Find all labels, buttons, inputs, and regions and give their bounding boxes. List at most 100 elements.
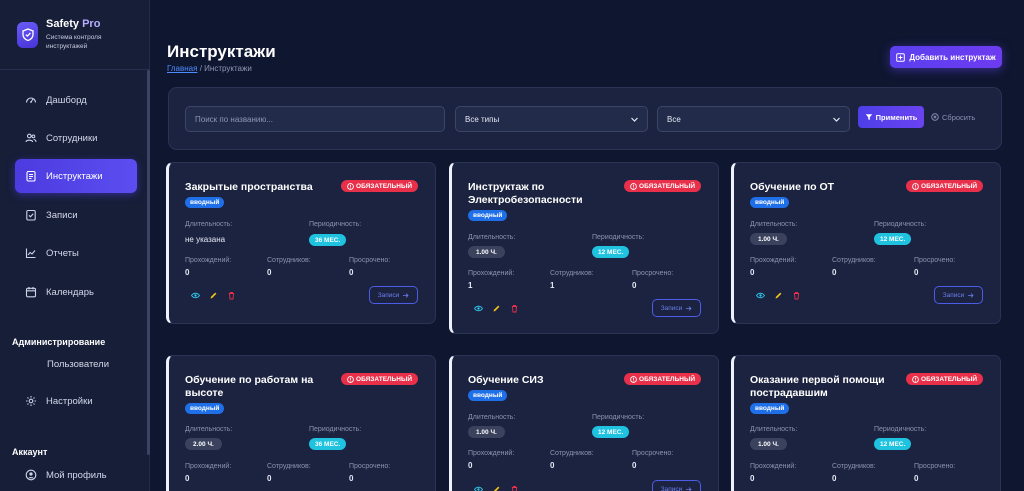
alert-circle-icon [912,375,919,383]
arrow-right-icon [968,292,974,298]
employees-label: Сотрудников: [267,463,311,470]
passed-value: 0 [750,474,755,483]
trash-icon[interactable] [510,304,519,313]
duration-label: Длительность: [750,426,798,433]
passed-value: 0 [185,268,190,277]
sidebar-item-settings[interactable]: Настройки [15,384,137,418]
clipboard-icon [26,170,36,182]
arrow-right-icon [403,292,409,298]
pencil-icon[interactable] [209,291,218,300]
records-button[interactable]: Записи [652,299,701,317]
card-title: Обучение по ОТ [750,181,835,193]
overdue-value: 0 [349,268,354,277]
sidebar-item-label: Сотрудники [46,132,98,144]
duration-badge: 1.00 Ч. [468,426,505,438]
employees-value: 0 [267,474,272,483]
eye-icon[interactable] [474,304,483,313]
passed-value: 0 [750,268,755,277]
status-select-value: Все [667,114,681,124]
sidebar-item-dashboard[interactable]: Дашборд [15,83,137,117]
card-title: Закрытые пространства [185,181,313,193]
eye-icon[interactable] [191,291,200,300]
card-title: Обучение СИЗ [468,374,544,386]
card-title: Оказание первой помощи пострадавшим [750,374,885,399]
breadcrumb-home-link[interactable]: Главная [167,64,197,73]
calendar-icon [25,287,37,298]
sidebar-item-label: Отчеты [46,247,79,259]
sidebar-item-records[interactable]: Записи [15,198,137,232]
breadcrumb-separator: / [199,64,202,73]
duration-badge: 1.00 Ч. [750,438,787,450]
instruction-card: Инструктаж по Электробезопасности ОБЯЗАТ… [449,162,719,334]
passed-value: 1 [468,281,473,290]
passed-label: Прохождений: [185,257,232,264]
instruction-card: Обучение по работам на высоте ОБЯЗАТЕЛЬН… [166,355,436,491]
main-content: Инструктажи Главная / Инструктажи Добави… [150,0,1024,491]
breadcrumb: Главная / Инструктажи [167,64,252,73]
sidebar-item-label: Дашборд [46,94,87,106]
eye-icon[interactable] [474,485,483,491]
type-select-value: Все типы [465,114,500,124]
duration-label: Длительность: [750,221,798,228]
alert-circle-icon [630,375,637,383]
alert-circle-icon [347,182,354,190]
periodicity-label: Периодичность: [874,221,927,228]
sidebar-item-profile[interactable]: Мой профиль [15,458,137,491]
eye-icon[interactable] [756,291,765,300]
add-instruction-button[interactable]: Добавить инструктаж [890,46,1002,68]
periodicity-badge: 12 МЕС. [592,246,630,258]
sidebar-item-instructions[interactable]: Инструктажи [15,159,137,193]
type-badge: вводный [185,197,225,208]
employees-label: Сотрудников: [550,450,594,457]
overdue-value: 0 [349,474,354,483]
pencil-icon[interactable] [492,485,501,491]
required-badge: ОБЯЗАТЕЛЬНЫЙ [624,180,701,192]
card-actions [756,291,801,300]
passed-value: 0 [185,474,190,483]
sidebar-item-label: Мой профиль [46,469,107,481]
sidebar-item-reports[interactable]: Отчеты [15,236,137,270]
duration-label: Длительность: [185,221,233,228]
duration-label: Длительность: [185,426,233,433]
type-select[interactable]: Все типы [455,106,648,132]
periodicity-badge: 36 МЕС. [309,438,347,450]
passed-label: Прохождений: [468,450,515,457]
apply-button[interactable]: Применить [858,106,924,128]
pencil-icon[interactable] [774,291,783,300]
status-select[interactable]: Все [657,106,850,132]
reset-label: Сбросить [942,112,976,122]
sidebar-item-label: Инструктажи [46,170,103,182]
sidebar-item-users[interactable]: Пользователи [15,347,137,381]
trash-icon[interactable] [792,291,801,300]
overdue-value: 0 [632,281,637,290]
periodicity-badge: 12 МЕС. [874,233,912,245]
reset-button[interactable]: Сбросить [931,106,975,128]
passed-label: Прохождений: [750,257,797,264]
records-button[interactable]: Записи [369,286,418,304]
records-button[interactable]: Записи [652,480,701,491]
alert-circle-icon [630,182,637,190]
alert-circle-icon [912,182,919,190]
employees-label: Сотрудников: [832,257,876,264]
instruction-card: Обучение по ОТ ОБЯЗАТЕЛЬНЫЙ вводный Длит… [731,162,1001,324]
pencil-icon[interactable] [492,304,501,313]
chevron-down-icon [631,117,638,122]
card-actions [474,304,519,313]
sidebar-item-employees[interactable]: Сотрудники [15,121,137,155]
trash-icon[interactable] [227,291,236,300]
overdue-label: Просрочено: [914,463,956,470]
employees-value: 0 [550,461,555,470]
search-input[interactable]: Поиск по названию... [185,106,445,132]
type-badge: вводный [468,390,508,401]
admin-section-title: Администрирование [12,337,106,347]
required-badge: ОБЯЗАТЕЛЬНЫЙ [624,373,701,385]
periodicity-label: Периодичность: [874,426,927,433]
records-button[interactable]: Записи [934,286,983,304]
trash-icon[interactable] [510,485,519,491]
card-title: Инструктаж по Электробезопасности [468,181,583,206]
overdue-value: 0 [914,268,919,277]
passed-value: 0 [468,461,473,470]
employees-label: Сотрудников: [832,463,876,470]
sidebar-item-calendar[interactable]: Календарь [15,275,137,309]
account-section-title: Аккаунт [12,447,48,457]
